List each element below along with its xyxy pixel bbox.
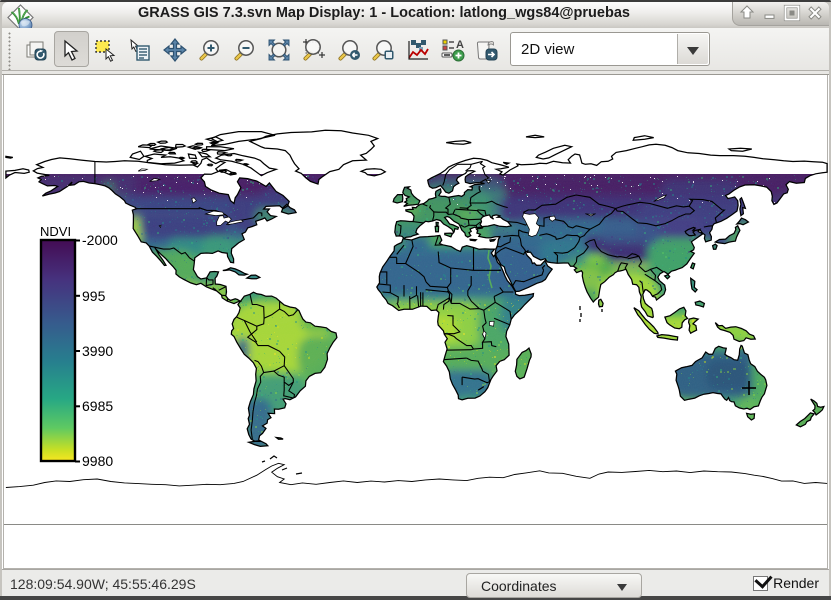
svg-text:9980: 9980: [82, 453, 113, 469]
svg-text:995: 995: [82, 288, 106, 304]
svg-text:-2000: -2000: [82, 232, 118, 248]
svg-text:6985: 6985: [82, 398, 113, 414]
svg-text:3990: 3990: [82, 343, 113, 359]
svg-text:NDVI: NDVI: [40, 224, 71, 239]
